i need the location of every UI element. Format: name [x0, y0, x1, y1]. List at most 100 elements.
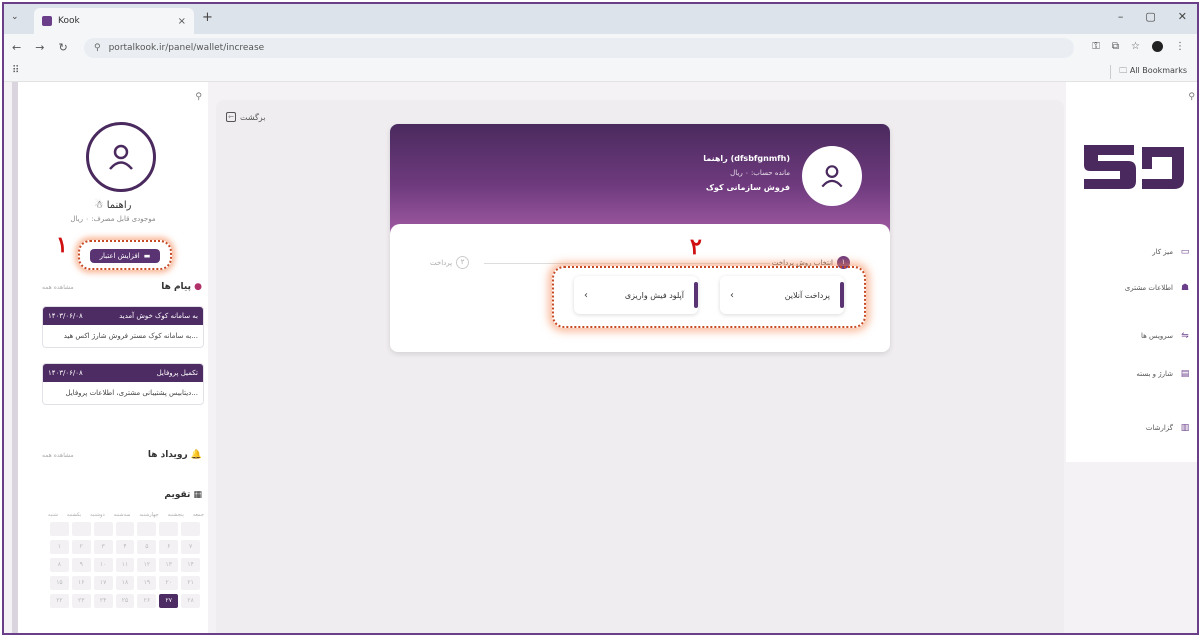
calendar-day[interactable]: ۲۳ [71, 594, 91, 608]
calendar-day[interactable] [115, 522, 135, 536]
calendar-day[interactable]: ۷ [181, 540, 200, 554]
calendar-day[interactable]: ۲۶ [137, 594, 157, 608]
calendar-day[interactable]: ۲۰ [159, 576, 179, 590]
calendar-day[interactable]: ۱۰ [93, 558, 113, 572]
right-sidebar: ⚲ میز کار ▭ اطلاعات مشتری ☗ سرویس ها ⇋ ش… [1066, 82, 1197, 462]
step-pay: پرداخت ۲ [430, 256, 470, 269]
pin-icon[interactable]: ⚲ [195, 92, 202, 102]
calendar-day[interactable]: ۱۴ [181, 558, 200, 572]
option-accent-bar [694, 282, 698, 308]
calendar-day[interactable]: ۱۹ [137, 576, 157, 590]
calendar-day[interactable] [93, 522, 113, 536]
calendar-weekday: چهارشنبه [139, 512, 159, 518]
card-header: راهنما (dfsbfgnmfh) مانده حساب: ۰ ریال ف… [390, 124, 890, 234]
back-arrow-icon[interactable]: ← [12, 41, 21, 54]
kook-favicon-icon [42, 16, 52, 26]
calendar-day[interactable]: ۱۱ [115, 558, 135, 572]
calendar-day[interactable] [71, 522, 91, 536]
calendar-day[interactable]: ۸ [50, 558, 69, 572]
step-pay-label: پرداخت [430, 258, 453, 267]
calendar-day[interactable]: ۶ [159, 540, 179, 554]
calendar-day[interactable]: ۴ [115, 540, 135, 554]
close-window-icon[interactable]: ✕ [1178, 10, 1187, 23]
message-card[interactable]: ۱۴۰۳/۰۶/۰۸ تکمیل پروفایل دیتابیس پشتیبان… [42, 363, 204, 405]
close-tab-icon[interactable]: × [178, 16, 186, 27]
calendar-day[interactable]: ۲۵ [115, 594, 135, 608]
nav-item-services[interactable]: سرویس ها ⇋ [1081, 326, 1191, 346]
online-payment-option[interactable]: ‹ پرداخت آنلاین [720, 276, 844, 314]
nav-item-desktop[interactable]: میز کار ▭ [1081, 242, 1191, 262]
minimize-icon[interactable]: – [1118, 10, 1124, 23]
pin-icon[interactable]: ⚲ [1188, 92, 1195, 102]
calendar-day[interactable]: ۱۲ [137, 558, 157, 572]
nav-item-packages[interactable]: شارژ و بسته ▤ [1081, 364, 1191, 384]
password-key-icon[interactable]: ⚿ [1092, 41, 1100, 52]
left-sidebar: ⚲ ☃ راهنما موجودی قابل مصرف: ۰ ریال ۱ اف… [12, 82, 208, 633]
calendar-day[interactable]: ۲۲ [50, 594, 69, 608]
tab-strip: ⌄ Kook × + – ▢ ✕ [4, 4, 1197, 34]
calendar-weekday: پنجشنبه [167, 512, 184, 518]
maximize-icon[interactable]: ▢ [1145, 10, 1155, 23]
message-title: تکمیل پروفایل [156, 369, 198, 377]
calendar-day[interactable]: ۵ [137, 540, 157, 554]
kook-logo [1084, 145, 1184, 189]
calendar-day[interactable]: ۲۱ [181, 576, 200, 590]
user-icon [821, 165, 843, 188]
new-tab-icon[interactable]: + [202, 10, 213, 25]
calendar-title: تقویم ▦ [164, 490, 202, 500]
topup-button[interactable]: افزایش اعتبار ▬ [90, 249, 160, 263]
extension-icon[interactable]: ⧉ [1112, 41, 1119, 52]
nav-label: اطلاعات مشتری [1124, 284, 1173, 292]
nav-buttons: ← → ↻ [12, 41, 68, 54]
message-card[interactable]: ۱۴۰۳/۰۶/۰۸ به سامانه کوک خوش آمدید به سا… [42, 306, 204, 348]
online-option-label: پرداخت آنلاین [784, 290, 830, 300]
nav-item-customer[interactable]: اطلاعات مشتری ☗ [1081, 278, 1191, 298]
apps-grid-icon[interactable]: ⠿ [12, 65, 19, 76]
calendar-weekday: یکشنبه [66, 512, 82, 518]
calendar-day[interactable]: ۲۸ [181, 594, 200, 608]
calendar-day[interactable]: ۱۸ [115, 576, 135, 590]
calendar-day[interactable]: ۲۴ [93, 594, 113, 608]
step-pay-number: ۲ [456, 256, 470, 269]
bookmarks-bar: ⠿ 🗀 All Bookmarks [4, 62, 1197, 82]
message-body: دیتابیس پشتیبانی مشتری، اطلاعات پروفایل.… [65, 389, 198, 397]
browser-window: ⌄ Kook × + – ▢ ✕ ← → ↻ ⚲ portalkook.ir/p… [2, 2, 1199, 635]
calendar-day[interactable]: ۳ [93, 540, 113, 554]
user-icon [109, 144, 133, 170]
bookmark-star-icon[interactable]: ☆ [1131, 41, 1140, 52]
upload-receipt-option[interactable]: ‹ آپلود فیش واریزی [574, 276, 698, 314]
calendar-today[interactable]: ۲۷ [159, 594, 179, 608]
back-link[interactable]: ⇽ برگشت [226, 112, 265, 122]
messages-see-all[interactable]: مشاهده همه [42, 284, 74, 291]
all-bookmarks-link[interactable]: 🗀 All Bookmarks [1110, 65, 1187, 79]
nav-label: سرویس ها [1140, 332, 1173, 340]
all-bookmarks-label: All Bookmarks [1129, 66, 1187, 75]
profile-avatar-icon[interactable] [1152, 41, 1163, 52]
reload-icon[interactable]: ↻ [58, 41, 67, 54]
address-row: ← → ↻ ⚲ portalkook.ir/panel/wallet/incre… [4, 34, 1197, 62]
calendar-day[interactable] [50, 522, 69, 536]
calendar-day[interactable]: ۹ [71, 558, 91, 572]
events-see-all[interactable]: مشاهده همه [42, 452, 74, 459]
calendar-day[interactable]: ۲ [71, 540, 91, 554]
calendar-day[interactable]: ۱۳ [159, 558, 179, 572]
tab-search-icon[interactable]: ⌄ [11, 12, 19, 22]
address-bar[interactable]: ⚲ portalkook.ir/panel/wallet/increase [84, 38, 1074, 58]
browser-tab[interactable]: Kook × [34, 8, 194, 34]
calendar-icon: ▦ [193, 490, 202, 500]
calendar-day[interactable] [159, 522, 179, 536]
calendar-day[interactable] [137, 522, 157, 536]
card-user-info: راهنما (dfsbfgnmfh) مانده حساب: ۰ ریال ف… [703, 154, 790, 192]
nav-item-reports[interactable]: گزارشات ▥ [1081, 418, 1191, 438]
calendar-day[interactable] [181, 522, 200, 536]
calendar-day[interactable]: ۱ [50, 540, 69, 554]
package-icon: ▤ [1180, 369, 1190, 379]
forward-arrow-icon[interactable]: → [35, 41, 44, 54]
calendar-day[interactable]: ۱۵ [50, 576, 69, 590]
kebab-menu-icon[interactable]: ⋮ [1175, 41, 1185, 52]
site-info-icon[interactable]: ⚲ [94, 43, 101, 53]
user-icon: ☗ [1180, 283, 1190, 293]
message-date: ۱۴۰۳/۰۶/۰۸ [48, 312, 83, 320]
calendar-day[interactable]: ۱۶ [71, 576, 91, 590]
calendar-day[interactable]: ۱۷ [93, 576, 113, 590]
